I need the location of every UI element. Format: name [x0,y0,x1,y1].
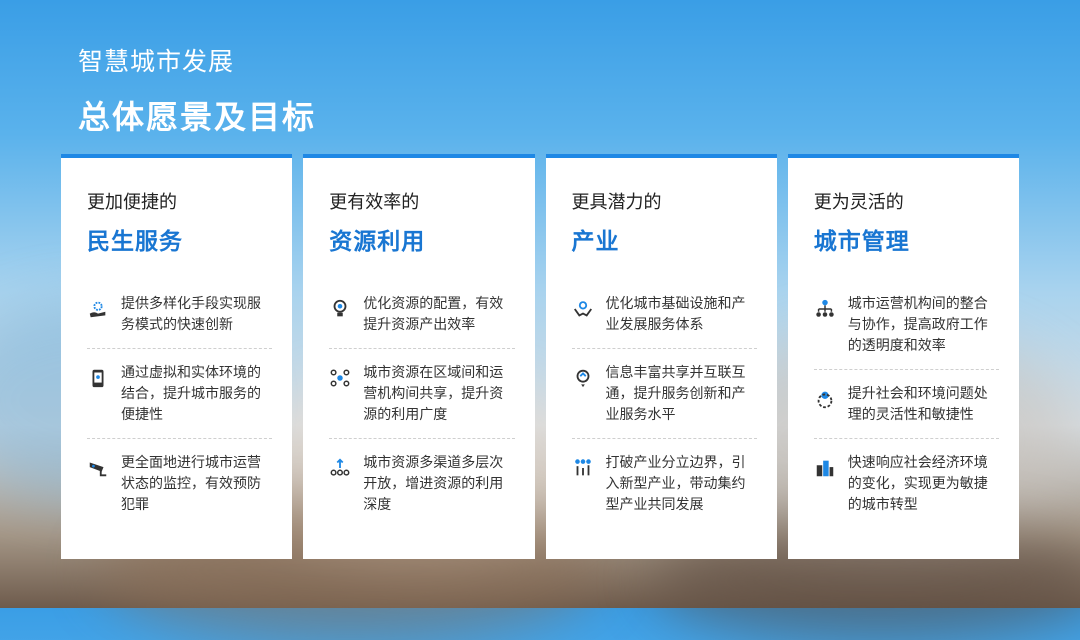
phone-icon [87,367,109,389]
item-text: 城市运营机构间的整合与协作，提高政府工作的透明度和效率 [847,296,988,354]
list-item: 城市资源多渠道多层次开放，增进资源的利用深度 [329,439,514,528]
item-text: 提供多样化手段实现服务模式的快速创新 [121,296,261,333]
item-text: 信息丰富共享并互联互通，提升服务创新和产业服务水平 [605,365,746,423]
item-text: 更全面地进行城市运营状态的监控，有效预防犯罪 [121,455,261,513]
list-item: 城市运营机构间的整合与协作，提高政府工作的透明度和效率 [813,280,999,370]
card-subtitle: 更具潜力的 [571,192,662,213]
list-item: 城市资源在区域间和运营机构间共享，提升资源的利用广度 [329,349,515,439]
list-item: 信息丰富共享并互联互通，提升服务创新和产业服务水平 [571,349,757,439]
list-item: 优化资源的配置，有效提升资源产出效率 [329,280,515,349]
item-text: 提升社会和环境问题处理的灵活性和敏捷性 [847,386,988,423]
channels-icon [329,457,351,479]
network-icon [329,367,351,389]
item-text: 优化城市基础设施和产业发展服务体系 [605,296,746,333]
page-title: 总体愿景及目标 [78,98,317,136]
lightbulb-icon [572,367,594,389]
org-chart-icon [814,298,836,320]
bulb-gear-icon [329,298,351,320]
buildings-icon [814,457,836,479]
card-subtitle: 更加便捷的 [87,192,177,213]
list-item: 通过虚拟和实体环境的结合，提升城市服务的便捷性 [87,349,273,439]
hand-gear-icon [87,298,109,320]
item-text: 优化资源的配置，有效提升资源产出效率 [363,296,504,333]
list-item: 优化城市基础设施和产业发展服务体系 [571,280,757,349]
header: 智慧城市发展 总体愿景及目标 [78,42,316,138]
list-item: 快速响应社会经济环境的变化，实现更为敏捷的城市转型 [814,439,999,528]
bars-bulb-icon [572,457,594,479]
list-item: 更全面地进行城市运营状态的监控，有效预防犯罪 [87,439,272,528]
page-subtitle: 智慧城市发展 [78,47,235,76]
card-heading: 资源利用 [329,229,426,255]
gear-bulb-icon [814,388,836,410]
cctv-camera-icon [87,457,109,479]
item-text: 打破产业分立边界，引入新型产业，带动集约型产业共同发展 [605,455,746,513]
hands-gear-icon [572,298,594,320]
card-resource-utilization: 更有效率的 资源利用 优化资源的配置，有效提升资源产出效率 城市资源在区域间和运… [303,154,535,559]
card-subtitle: 更有效率的 [329,192,420,213]
card-heading: 产业 [571,229,620,255]
card-heading: 城市管理 [813,229,910,255]
card-city-management: 更为灵活的 城市管理 城市运营机构间的整合与协作，提高政府工作的透明度和效率 提… [787,154,1019,559]
cards-container: 更加便捷的 民生服务 提供多样化手段实现服务模式的快速创新 通过虚拟和实体环境的… [61,154,1019,559]
list-item: 提升社会和环境问题处理的灵活性和敏捷性 [813,370,999,439]
item-text: 通过虚拟和实体环境的结合，提升城市服务的便捷性 [121,365,261,423]
list-item: 打破产业分立边界，引入新型产业，带动集约型产业共同发展 [572,439,757,528]
list-item: 提供多样化手段实现服务模式的快速创新 [87,280,273,349]
item-text: 快速响应社会经济环境的变化，实现更为敏捷的城市转型 [847,455,988,513]
card-livelihood-services: 更加便捷的 民生服务 提供多样化手段实现服务模式的快速创新 通过虚拟和实体环境的… [61,154,293,559]
item-text: 城市资源多渠道多层次开放，增进资源的利用深度 [363,455,504,513]
card-industry: 更具潜力的 产业 优化城市基础设施和产业发展服务体系 信息丰富共享并互联互通，提… [545,154,777,559]
card-subtitle: 更为灵活的 [813,192,904,213]
item-text: 城市资源在区域间和运营机构间共享，提升资源的利用广度 [363,365,504,423]
card-heading: 民生服务 [87,229,183,255]
